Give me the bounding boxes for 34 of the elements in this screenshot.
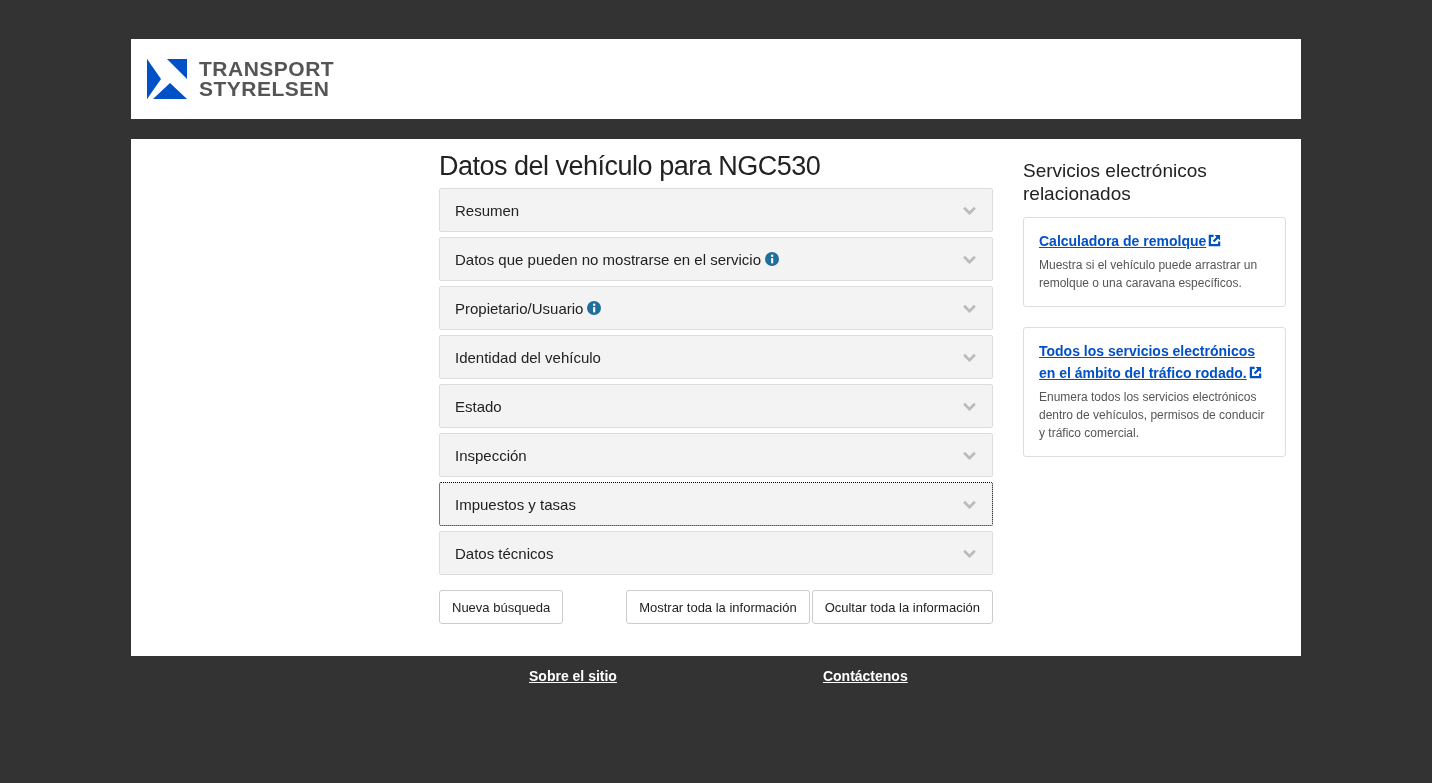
service-link[interactable]: Calculadora de remolque	[1039, 230, 1270, 252]
footer-link[interactable]: Sobre el sitio	[529, 668, 617, 684]
accordion-header[interactable]: Inspección	[439, 433, 993, 477]
page-title: Datos del vehículo para NGC530	[439, 151, 822, 182]
hide-all-button[interactable]: Ocultar toda la información	[811, 590, 993, 624]
service-description: Muestra si el vehículo puede arrastrar un remolque o una caravana específicos.	[1039, 257, 1259, 292]
service-link[interactable]: Todos los servicios electrónicos en el ámbito del tráfico rodado.	[1039, 340, 1270, 384]
new-search-button[interactable]: Nueva búsqueda	[439, 590, 564, 624]
accordion-header[interactable]: Estado	[439, 384, 993, 428]
chevron-icon	[962, 303, 977, 313]
sidebar-title: Servicios electrónicos relacionados	[1023, 159, 1208, 205]
service-description: Enumera todos los servicios electrónicos dentro de vehículos, permisos de conducir y tráfico comercial.	[1039, 389, 1266, 442]
chevron-icon	[962, 548, 977, 558]
chevron-icon	[962, 205, 977, 215]
accordion-header[interactable]: Identidad del vehículo	[439, 335, 993, 379]
accordion-header[interactable]: Datos técnicos	[439, 531, 993, 575]
show-all-button[interactable]: Mostrar toda la información	[626, 590, 810, 624]
logo-text: STYRELSEN	[199, 79, 331, 99]
logo-text: TRANSPORT	[199, 59, 335, 79]
accordion-header[interactable]: Resumen	[439, 188, 993, 232]
info-icon[interactable]	[587, 301, 602, 315]
accordion-header[interactable]: Impuestos y tasas	[439, 482, 993, 526]
external-link-icon	[1248, 366, 1262, 379]
external-link-icon	[1208, 234, 1222, 247]
chevron-icon	[962, 401, 977, 411]
chevron-icon	[962, 254, 977, 264]
accordion-header[interactable]: Datos que pueden no mostrarse en el servicio	[439, 237, 993, 281]
chevron-icon	[962, 450, 977, 460]
chevron-icon	[962, 352, 977, 362]
chevron-icon	[962, 499, 977, 509]
footer-link[interactable]: Contáctenos	[822, 668, 908, 684]
info-icon[interactable]	[765, 252, 779, 266]
logo-icon	[147, 59, 187, 99]
accordion-header[interactable]: Propietario/Usuario	[439, 286, 993, 330]
